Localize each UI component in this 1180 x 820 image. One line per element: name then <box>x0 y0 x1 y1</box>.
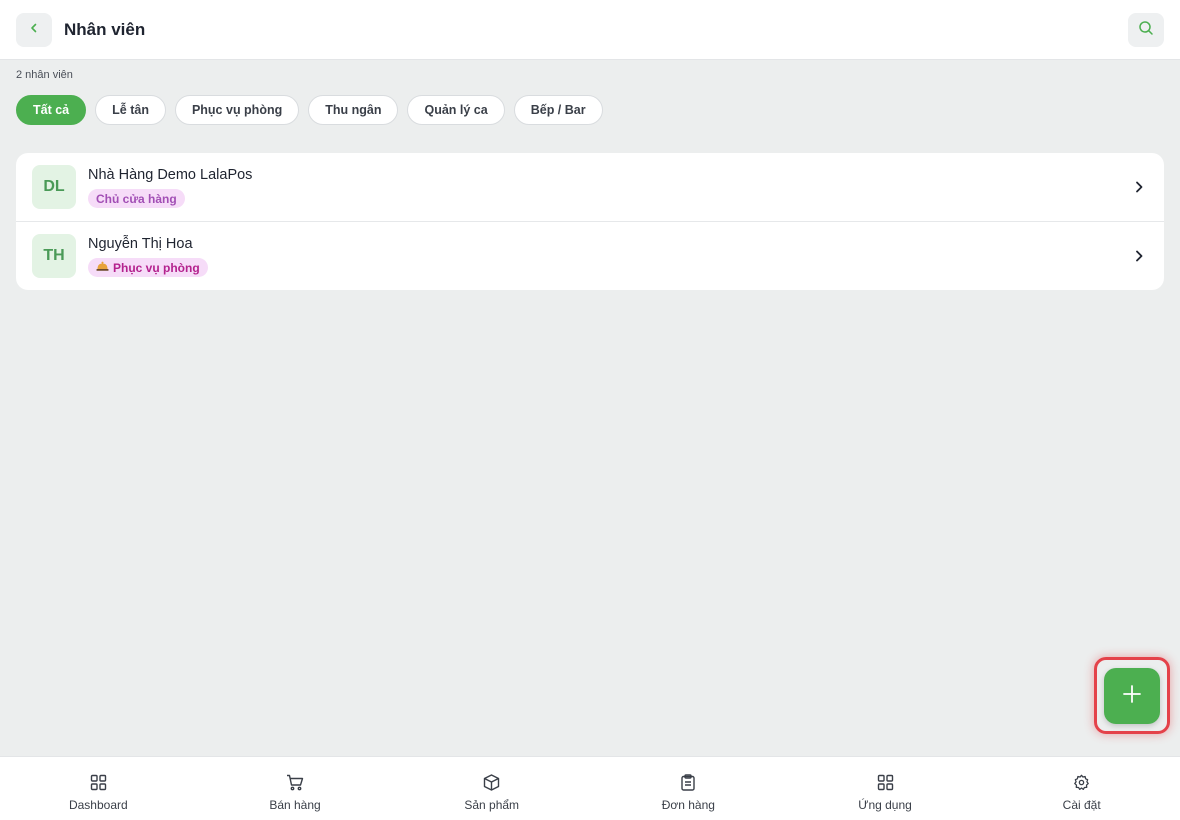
filter-chip-all[interactable]: Tất cả <box>16 95 87 125</box>
grid-icon <box>89 773 107 791</box>
nav-item-products[interactable]: Sản phẩm <box>393 757 590 820</box>
filter-chip-reception[interactable]: Lễ tân <box>95 95 166 125</box>
filter-chip-cashier[interactable]: Thu ngân <box>308 95 399 125</box>
role-label: Chủ cửa hàng <box>96 191 177 206</box>
nav-item-dashboard[interactable]: Dashboard <box>0 757 197 820</box>
nav-label: Dashboard <box>68 798 128 812</box>
staff-count: 2 nhân viên <box>16 69 73 81</box>
nav-item-sales[interactable]: Bán hàng <box>197 757 394 820</box>
back-button[interactable] <box>16 13 52 47</box>
clipboard-icon <box>679 773 697 791</box>
nav-label: Cài đặt <box>1062 798 1101 812</box>
staff-list: DL Nhà Hàng Demo LalaPos Chủ cửa hàng TH… <box>16 153 1164 290</box>
box-icon <box>483 773 501 791</box>
top-bar: Nhân viên <box>0 0 1180 60</box>
role-label: Phục vụ phòng <box>113 260 200 275</box>
plus-icon <box>1122 684 1142 709</box>
role-badge: Chủ cửa hàng <box>88 189 185 208</box>
filter-chip-room-service[interactable]: Phục vụ phòng <box>174 95 300 125</box>
add-staff-button[interactable] <box>1104 668 1160 724</box>
staff-name: Nhà Hàng Demo LalaPos <box>88 167 253 183</box>
apps-icon <box>876 773 894 791</box>
avatar: DL <box>32 165 76 209</box>
nav-item-settings[interactable]: Cài đặt <box>983 757 1180 820</box>
nav-label: Ứng dụng <box>858 798 912 812</box>
gear-icon <box>1073 773 1091 791</box>
bellhop-icon <box>96 260 109 275</box>
avatar: TH <box>32 234 76 278</box>
staff-name: Nguyễn Thị Hoa <box>88 236 193 252</box>
chevron-left-icon <box>28 21 40 39</box>
nav-item-apps[interactable]: Ứng dụng <box>787 757 984 820</box>
cart-icon <box>286 773 304 791</box>
nav-label: Đơn hàng <box>661 798 715 812</box>
chevron-right-icon <box>1132 248 1146 264</box>
nav-label: Sản phẩm <box>464 798 520 812</box>
page-title: Nhân viên <box>64 20 146 39</box>
filter-chip-kitchen-bar[interactable]: Bếp / Bar <box>513 95 603 125</box>
role-badge: Phục vụ phòng <box>88 258 208 277</box>
filter-chip-shift-manager[interactable]: Quản lý ca <box>407 95 505 125</box>
bottom-nav: Dashboard Bán hàng Sản phẩm Đơn hàng Ứng… <box>0 756 1180 820</box>
chevron-right-icon <box>1132 179 1146 195</box>
search-button[interactable] <box>1128 13 1164 47</box>
nav-label: Bán hàng <box>269 798 321 812</box>
role-filter-bar: Tất cả Lễ tân Phục vụ phòng Thu ngân Quả… <box>16 95 603 125</box>
nav-item-orders[interactable]: Đơn hàng <box>590 757 787 820</box>
staff-row[interactable]: TH Nguyễn Thị Hoa Phục vụ phòng <box>16 221 1164 290</box>
staff-row[interactable]: DL Nhà Hàng Demo LalaPos Chủ cửa hàng <box>16 153 1164 221</box>
search-icon <box>1138 20 1154 41</box>
